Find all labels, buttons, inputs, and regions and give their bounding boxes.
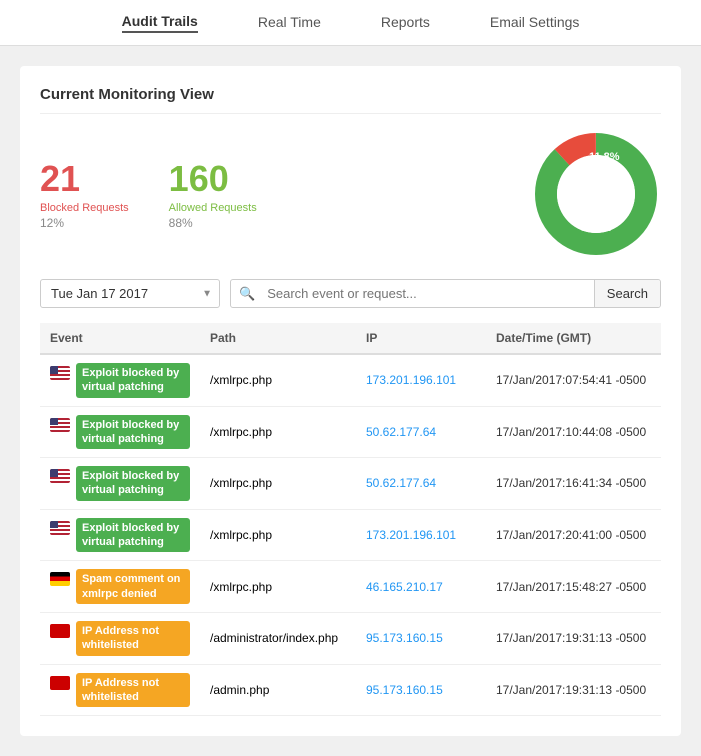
- header-ip: IP: [356, 323, 486, 354]
- flag-icon: [50, 676, 70, 690]
- stats-group: 21 Blocked Requests 12% 160 Allowed Requ…: [40, 158, 257, 230]
- ip-link[interactable]: 95.173.160.15: [366, 631, 443, 645]
- search-icon: 🔍: [231, 286, 263, 302]
- ip-link[interactable]: 50.62.177.64: [366, 476, 436, 490]
- ip-link[interactable]: 46.165.210.17: [366, 580, 443, 594]
- search-wrap: 🔍 Search: [230, 279, 661, 308]
- path-cell: /xmlrpc.php: [200, 561, 356, 613]
- date-select-wrapper: Tue Jan 17 2017: [40, 279, 220, 308]
- path-cell: /xmlrpc.php: [200, 354, 356, 406]
- table-row: Exploit blocked by virtual patching/xmlr…: [40, 354, 661, 406]
- ip-cell: 95.173.160.15: [356, 664, 486, 716]
- section-title: Current Monitoring View: [40, 86, 661, 114]
- event-badge: Exploit blocked by virtual patching: [76, 466, 190, 501]
- ip-cell: 50.62.177.64: [356, 458, 486, 510]
- event-badge: Spam comment on xmlrpc denied: [76, 569, 190, 604]
- allowed-label: Allowed Requests: [169, 202, 257, 214]
- stats-row: 21 Blocked Requests 12% 160 Allowed Requ…: [40, 129, 661, 259]
- search-input[interactable]: [263, 280, 594, 307]
- datetime-cell: 17/Jan/2017:19:31:13 -0500: [486, 612, 661, 664]
- flag-icon: [50, 521, 70, 535]
- event-badge: Exploit blocked by virtual patching: [76, 415, 190, 450]
- blocked-pct: 12%: [40, 216, 129, 230]
- header-path: Path: [200, 323, 356, 354]
- ip-link[interactable]: 173.201.196.101: [366, 528, 456, 542]
- flag-icon: [50, 418, 70, 432]
- event-badge: IP Address not whitelisted: [76, 621, 190, 656]
- table-row: Exploit blocked by virtual patching/xmlr…: [40, 406, 661, 458]
- events-table: Event Path IP Date/Time (GMT) Exploit bl…: [40, 323, 661, 716]
- event-cell: Exploit blocked by virtual patching: [40, 458, 200, 509]
- blocked-label: Blocked Requests: [40, 202, 129, 214]
- ip-link[interactable]: 95.173.160.15: [366, 683, 443, 697]
- donut-green-label: 88.2%: [580, 222, 611, 234]
- filter-row: Tue Jan 17 2017 🔍 Search: [40, 279, 661, 308]
- datetime-cell: 17/Jan/2017:15:48:27 -0500: [486, 561, 661, 613]
- donut-red-label: 11.8%: [589, 151, 620, 163]
- ip-cell: 173.201.196.101: [356, 354, 486, 406]
- allowed-pct: 88%: [169, 216, 257, 230]
- datetime-cell: 17/Jan/2017:20:41:00 -0500: [486, 509, 661, 561]
- nav-email-settings[interactable]: Email Settings: [490, 14, 579, 32]
- event-cell: Spam comment on xmlrpc denied: [40, 561, 200, 612]
- date-select[interactable]: Tue Jan 17 2017: [40, 279, 220, 308]
- path-cell: /xmlrpc.php: [200, 509, 356, 561]
- event-cell: Exploit blocked by virtual patching: [40, 510, 200, 561]
- header-event: Event: [40, 323, 200, 354]
- search-button[interactable]: Search: [594, 280, 660, 307]
- blocked-stat: 21 Blocked Requests 12%: [40, 158, 129, 230]
- ip-cell: 173.201.196.101: [356, 509, 486, 561]
- monitoring-card: Current Monitoring View 21 Blocked Reque…: [20, 66, 681, 736]
- path-cell: /xmlrpc.php: [200, 458, 356, 510]
- ip-cell: 95.173.160.15: [356, 612, 486, 664]
- event-cell: Exploit blocked by virtual patching: [40, 407, 200, 458]
- ip-link[interactable]: 173.201.196.101: [366, 373, 456, 387]
- ip-cell: 50.62.177.64: [356, 406, 486, 458]
- event-badge: Exploit blocked by virtual patching: [76, 363, 190, 398]
- event-cell: IP Address not whitelisted: [40, 665, 200, 716]
- table-row: Exploit blocked by virtual patching/xmlr…: [40, 509, 661, 561]
- datetime-cell: 17/Jan/2017:07:54:41 -0500: [486, 354, 661, 406]
- event-cell: Exploit blocked by virtual patching: [40, 355, 200, 406]
- main-content: Current Monitoring View 21 Blocked Reque…: [0, 46, 701, 756]
- flag-icon: [50, 366, 70, 380]
- path-cell: /admin.php: [200, 664, 356, 716]
- event-badge: Exploit blocked by virtual patching: [76, 518, 190, 553]
- donut-chart: 11.8% 88.2%: [531, 129, 661, 259]
- allowed-stat: 160 Allowed Requests 88%: [169, 158, 257, 230]
- flag-icon: [50, 572, 70, 586]
- flag-icon: [50, 624, 70, 638]
- datetime-cell: 17/Jan/2017:16:41:34 -0500: [486, 458, 661, 510]
- event-cell: IP Address not whitelisted: [40, 613, 200, 664]
- ip-link[interactable]: 50.62.177.64: [366, 425, 436, 439]
- table-row: IP Address not whitelisted/admin.php 95.1…: [40, 664, 661, 716]
- path-cell: /administrator/index.php: [200, 612, 356, 664]
- event-badge: IP Address not whitelisted: [76, 673, 190, 708]
- table-header: Event Path IP Date/Time (GMT): [40, 323, 661, 354]
- nav-audit-trails[interactable]: Audit Trails: [122, 13, 198, 33]
- flag-icon: [50, 469, 70, 483]
- path-cell: /xmlrpc.php: [200, 406, 356, 458]
- datetime-cell: 17/Jan/2017:10:44:08 -0500: [486, 406, 661, 458]
- table-row: Exploit blocked by virtual patching/xmlr…: [40, 458, 661, 510]
- nav-reports[interactable]: Reports: [381, 14, 430, 32]
- blocked-number: 21: [40, 158, 129, 200]
- header-datetime: Date/Time (GMT): [486, 323, 661, 354]
- nav-real-time[interactable]: Real Time: [258, 14, 321, 32]
- table-body: Exploit blocked by virtual patching/xmlr…: [40, 354, 661, 716]
- table-row: Spam comment on xmlrpc denied/xmlrpc.php…: [40, 561, 661, 613]
- top-navigation: Audit Trails Real Time Reports Email Set…: [0, 0, 701, 46]
- datetime-cell: 17/Jan/2017:19:31:13 -0500: [486, 664, 661, 716]
- table-row: IP Address not whitelisted/administrator…: [40, 612, 661, 664]
- ip-cell: 46.165.210.17: [356, 561, 486, 613]
- allowed-number: 160: [169, 158, 257, 200]
